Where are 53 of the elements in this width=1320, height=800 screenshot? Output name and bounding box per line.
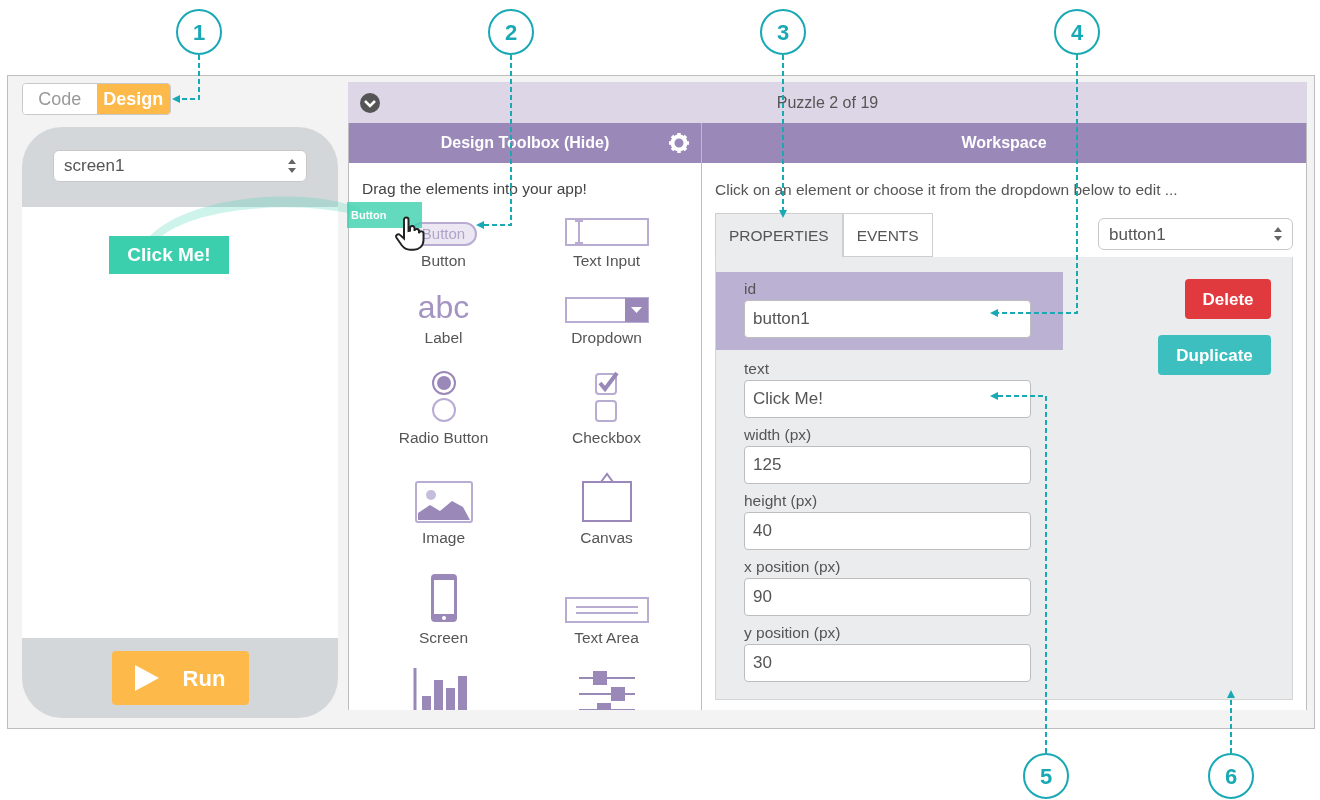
image-icon xyxy=(414,481,473,523)
input-field[interactable]: Click Me! xyxy=(744,380,1031,419)
leader-line xyxy=(1227,690,1235,754)
toolbox-item[interactable]: Image xyxy=(421,526,466,550)
toolbox-item[interactable]: Dropdown xyxy=(571,325,642,349)
input-field[interactable]: 90 xyxy=(744,578,1031,617)
field-label: x position (px) xyxy=(744,558,842,577)
dropdown-icon xyxy=(564,296,649,323)
chevron-down-icon[interactable] xyxy=(360,93,380,113)
screen-select[interactable]: screen1 xyxy=(53,150,307,182)
play-icon xyxy=(134,665,159,691)
callout-number: 3 xyxy=(760,9,806,55)
callout-number: 6 xyxy=(1208,753,1254,799)
toolbox-item[interactable]: Canvas xyxy=(580,526,633,550)
callout-number: 1 xyxy=(176,9,222,55)
stepper-icon xyxy=(288,159,296,173)
toolbox-item[interactable]: Label xyxy=(424,325,463,349)
canvas-icon xyxy=(580,471,633,523)
callout-number: 5 xyxy=(1023,753,1069,799)
drag-ghost: Button xyxy=(347,202,422,228)
panel-tab[interactable]: EVENTS xyxy=(842,213,933,258)
delete-button[interactable]: Delete xyxy=(1185,279,1271,320)
toolbox-item[interactable]: Checkbox xyxy=(572,425,641,449)
input-field[interactable]: button1 xyxy=(744,300,1031,339)
field-label: width (px) xyxy=(744,426,813,445)
element-select[interactable]: button1 xyxy=(1098,218,1293,251)
panel-tab[interactable]: PROPERTIES xyxy=(715,213,843,258)
toolbox-item[interactable]: Screen xyxy=(418,626,469,650)
input-field[interactable]: 30 xyxy=(744,644,1031,683)
field-label: text xyxy=(744,360,770,379)
phone-icon xyxy=(429,573,458,624)
label-icon: abc xyxy=(417,290,470,323)
stepper-icon xyxy=(1274,227,1282,242)
field-label: y position (px) xyxy=(744,624,842,643)
settings-icon[interactable] xyxy=(669,133,689,153)
toolbox-item[interactable]: Text Area xyxy=(574,626,639,650)
checkbox-icon xyxy=(592,370,621,423)
workspace-hint: Click on an element or choose it from the dropdown below to edit ... xyxy=(715,180,1179,200)
text-input-icon xyxy=(564,218,649,247)
toolbox-item[interactable]: Text Input xyxy=(572,249,641,273)
workspace-title: Workspace xyxy=(961,133,1047,153)
field-label: height (px) xyxy=(744,492,819,511)
leader-line xyxy=(172,54,200,103)
toolbox-item[interactable]: Radio Button xyxy=(398,425,489,449)
input-field[interactable]: 125 xyxy=(744,446,1031,485)
puzzle-title: Puzzle 2 of 19 xyxy=(776,92,879,113)
radio-icon xyxy=(429,370,458,423)
toolbox-item[interactable]: Button xyxy=(421,249,466,273)
input-field[interactable]: 40 xyxy=(744,512,1031,551)
field-label: id xyxy=(744,280,758,299)
callout-number: 4 xyxy=(1054,9,1100,55)
text-area-icon xyxy=(564,597,649,624)
callout-number: 2 xyxy=(488,9,534,55)
